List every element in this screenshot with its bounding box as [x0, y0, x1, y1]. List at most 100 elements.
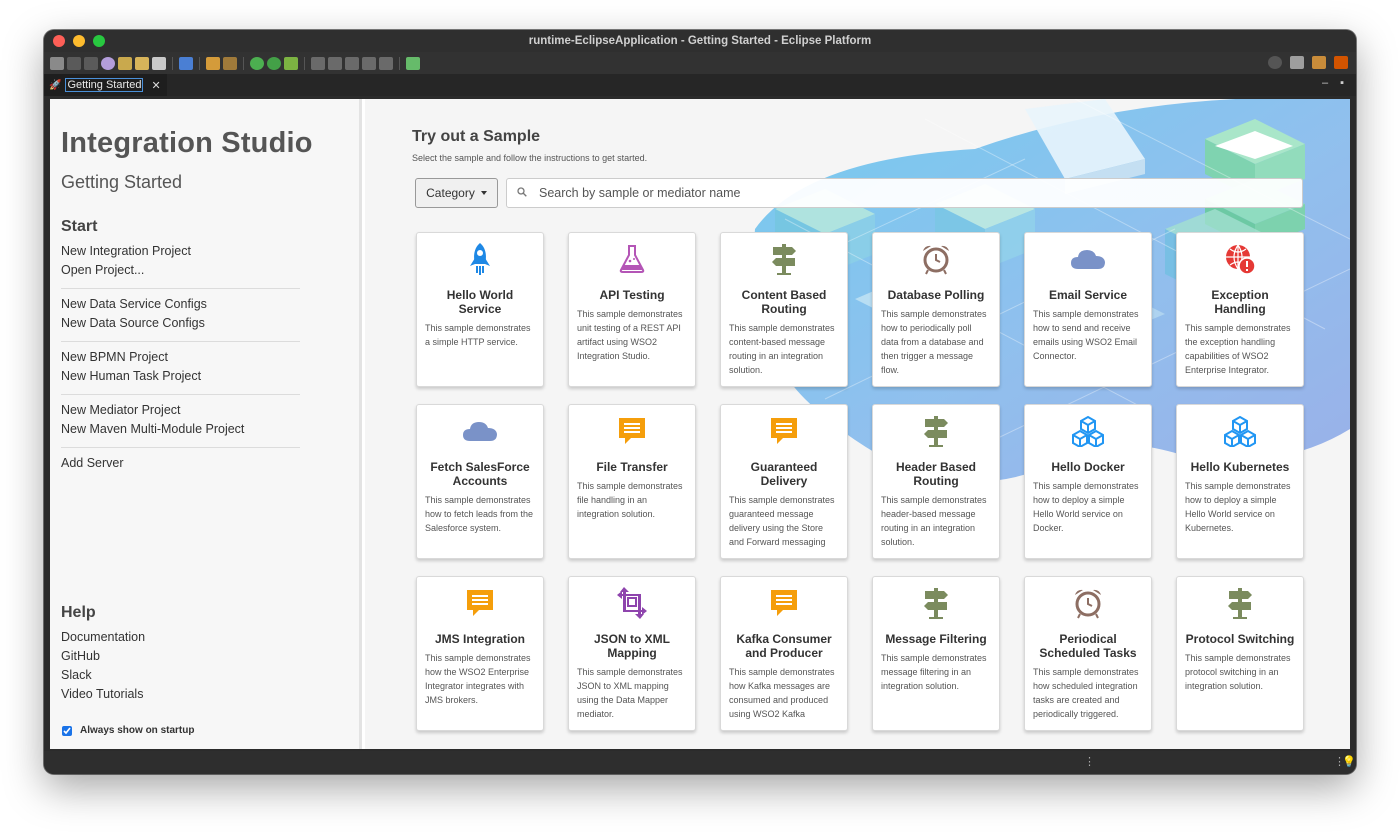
- java-perspective-icon[interactable]: [1312, 56, 1326, 69]
- search-input[interactable]: [539, 186, 1239, 200]
- new-icon[interactable]: [50, 56, 64, 70]
- startup-checkbox-row[interactable]: Always show on startup: [62, 725, 194, 736]
- integration-perspective-icon[interactable]: [1334, 56, 1348, 69]
- run-icon[interactable]: [267, 56, 281, 70]
- window-controls: [53, 35, 105, 47]
- rocket-icon: [425, 242, 535, 276]
- sidebar-link-new-bpmn-project[interactable]: New BPMN Project: [61, 348, 300, 367]
- sample-description: This sample demonstrates how to deploy a…: [1033, 481, 1139, 533]
- tab-getting-started[interactable]: 🚀 Getting Started ✕: [44, 74, 167, 96]
- annotation-icon[interactable]: [311, 56, 325, 70]
- pin-icon[interactable]: [328, 56, 342, 70]
- sample-description: This sample demonstrates JSON to XML map…: [577, 667, 683, 719]
- sample-description: This sample demonstrates unit testing of…: [577, 309, 683, 361]
- toolbar-separator: [172, 56, 173, 70]
- sidebar-link-new-data-service-configs[interactable]: New Data Service Configs: [61, 295, 300, 314]
- sample-title: Protocol Switching: [1185, 632, 1295, 646]
- help-link-documentation[interactable]: Documentation: [61, 628, 145, 647]
- sample-title: Hello World Service: [446, 288, 514, 316]
- run-config-icon[interactable]: [284, 56, 298, 70]
- page-subtitle: Getting Started: [61, 172, 183, 192]
- tool-icon[interactable]: [152, 56, 166, 70]
- debug-icon[interactable]: [250, 56, 264, 70]
- sample-title: Exception Handling: [1211, 288, 1269, 316]
- sidebar-link-group: New Mediator Project New Maven Multi-Modu…: [61, 395, 300, 448]
- samples-subheading: Select the sample and follow the instruc…: [412, 153, 648, 163]
- back-icon[interactable]: [345, 56, 359, 70]
- help-links: Documentation GitHub Slack Video Tutorials: [61, 628, 145, 704]
- sample-card-hello-world-service[interactable]: Hello World Service This sample demonstra…: [416, 232, 544, 387]
- start-heading: Start: [61, 218, 98, 235]
- sidebar-link-new-maven-multi-module-project[interactable]: New Maven Multi-Module Project: [61, 420, 300, 439]
- toolbar-separator: [304, 56, 305, 70]
- lightbulb-icon[interactable]: 💡: [1342, 755, 1356, 768]
- globe-icon[interactable]: [101, 56, 115, 70]
- sidebar-link-open-project[interactable]: Open Project...: [61, 261, 300, 280]
- maximize-icon[interactable]: ▪: [1340, 77, 1344, 89]
- save-all-icon[interactable]: [84, 56, 98, 70]
- sample-card-json-to-xml-mapping[interactable]: JSON to XML Mapping This sample demonstra…: [568, 576, 696, 731]
- close-window-button[interactable]: [53, 35, 65, 47]
- editor-tab-bar: 🚀 Getting Started ✕ – ▪: [44, 74, 1356, 96]
- tab-controls: – ▪: [1322, 77, 1344, 89]
- sample-card-email-service[interactable]: Email Service This sample demonstrates ho…: [1024, 232, 1152, 387]
- sample-card-jms-integration[interactable]: JMS Integration This sample demonstrates …: [416, 576, 544, 731]
- search-box[interactable]: [506, 178, 1303, 208]
- tab-close-icon[interactable]: ✕: [151, 79, 160, 92]
- sidebar-link-add-server[interactable]: Add Server: [61, 454, 300, 473]
- minimize-window-button[interactable]: [73, 35, 85, 47]
- sample-card-exception-handling[interactable]: Exception Handling This sample demonstrat…: [1176, 232, 1304, 387]
- sidebar-link-new-mediator-project[interactable]: New Mediator Project: [61, 401, 300, 420]
- back-history-icon[interactable]: [362, 56, 376, 70]
- sample-card-message-filtering[interactable]: Message Filtering This sample demonstrate…: [872, 576, 1000, 731]
- package-icon[interactable]: [223, 56, 237, 70]
- sample-card-api-testing[interactable]: API Testing This sample demonstrates unit…: [568, 232, 696, 387]
- sample-description: This sample demonstrates guaranteed mess…: [729, 495, 835, 547]
- perspective-icon[interactable]: [1290, 56, 1304, 69]
- sample-title: Hello Docker: [1051, 460, 1125, 474]
- sidebar-link-new-integration-project[interactable]: New Integration Project: [61, 242, 300, 261]
- help-link-video-tutorials[interactable]: Video Tutorials: [61, 685, 145, 704]
- signpost-icon: [881, 586, 991, 620]
- sample-card-guaranteed-delivery[interactable]: Guaranteed Delivery This sample demonstra…: [720, 404, 848, 559]
- minimize-icon[interactable]: –: [1322, 77, 1328, 89]
- signpost-icon: [1185, 586, 1295, 620]
- toolbar-separator: [243, 56, 244, 70]
- sidebar: Integration Studio Getting Started Start…: [50, 99, 362, 749]
- sidebar-link-new-human-task-project[interactable]: New Human Task Project: [61, 367, 300, 386]
- sample-description: This sample demonstrates how Kafka messa…: [729, 667, 835, 719]
- project-icon[interactable]: [118, 56, 132, 70]
- open-task-icon[interactable]: [406, 56, 420, 70]
- flask-icon: [577, 242, 687, 276]
- sample-card-hello-kubernetes[interactable]: Hello Kubernetes This sample demonstrates…: [1176, 404, 1304, 559]
- sample-card-periodical-scheduled-tasks[interactable]: Periodical Scheduled Tasks This sample de…: [1024, 576, 1152, 731]
- forward-icon[interactable]: [379, 56, 393, 70]
- sample-card-kafka-consumer-and-producer[interactable]: Kafka Consumer and Producer This sample d…: [720, 576, 848, 731]
- category-label: Category: [426, 186, 475, 200]
- maximize-window-button[interactable]: [93, 35, 105, 47]
- sample-card-file-transfer[interactable]: File Transfer This sample demonstrates fi…: [568, 404, 696, 559]
- save-icon[interactable]: [67, 56, 81, 70]
- sample-description: This sample demonstrates the exception h…: [1185, 323, 1291, 375]
- edit-icon[interactable]: [206, 56, 220, 70]
- cloud-icon: [1033, 242, 1143, 276]
- sample-card-header-based-routing[interactable]: Header Based Routing This sample demonstr…: [872, 404, 1000, 559]
- sample-card-fetch-salesforce-accounts[interactable]: Fetch SalesForce Accounts This sample dem…: [416, 404, 544, 559]
- terminal-icon[interactable]: [179, 56, 193, 70]
- sidebar-link-new-data-source-configs[interactable]: New Data Source Configs: [61, 314, 300, 333]
- always-show-checkbox[interactable]: [62, 725, 72, 736]
- sample-card-database-polling[interactable]: Database Polling This sample demonstrates…: [872, 232, 1000, 387]
- category-dropdown[interactable]: Category: [415, 178, 498, 208]
- help-link-slack[interactable]: Slack: [61, 666, 145, 685]
- alarm-clock-icon: [881, 242, 991, 276]
- search-icon[interactable]: [1268, 56, 1282, 69]
- sample-description: This sample demonstrates how the WSO2 En…: [425, 653, 531, 705]
- sample-card-hello-docker[interactable]: Hello Docker This sample demonstrates how…: [1024, 404, 1152, 559]
- sample-title: Email Service: [1048, 288, 1128, 302]
- main-toolbar: [44, 52, 1356, 74]
- help-link-github[interactable]: GitHub: [61, 647, 145, 666]
- sample-card-content-based-routing[interactable]: Content Based Routing This sample demonst…: [720, 232, 848, 387]
- toolbar-separator: [399, 56, 400, 70]
- open-folder-icon[interactable]: [135, 56, 149, 70]
- sample-card-protocol-switching[interactable]: Protocol Switching This sample demonstrat…: [1176, 576, 1304, 731]
